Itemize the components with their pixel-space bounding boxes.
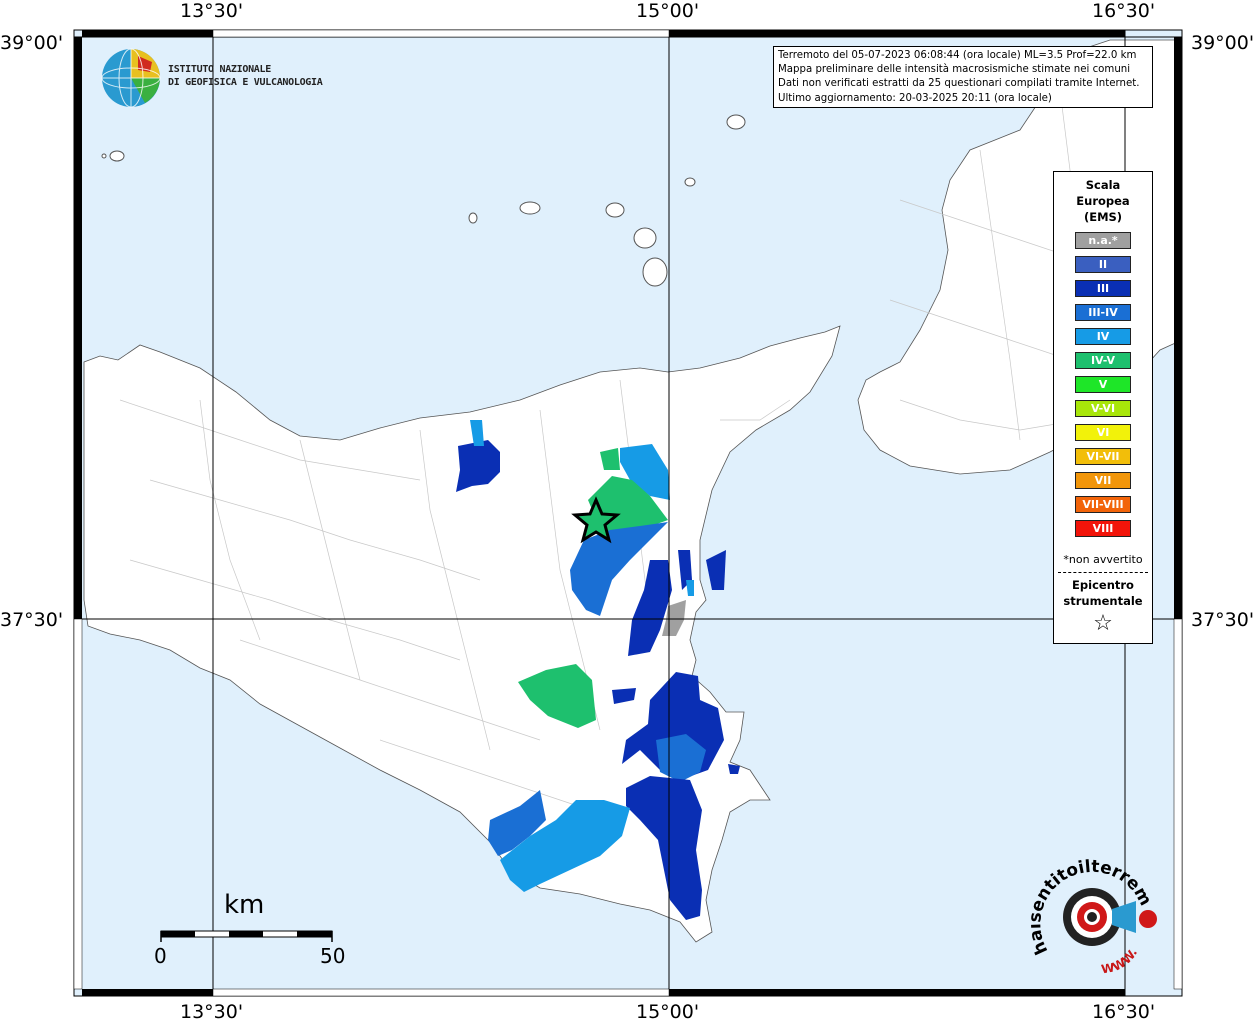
legend-swatch: IV-V — [1075, 352, 1131, 369]
info-line-1: Terremoto del 05-07-2023 06:08:44 (ora l… — [778, 50, 1137, 61]
legend-swatch: n.a.* — [1075, 232, 1131, 249]
legend-note: *non avvertito — [1063, 553, 1143, 566]
ingv-logo-icon — [101, 48, 161, 108]
legend-epicenter-line1: Epicentro — [1072, 578, 1134, 592]
info-line-2: Mappa preliminare delle intensità macros… — [778, 64, 1131, 76]
coord-bottom-1630: 16°30' — [1092, 1001, 1156, 1023]
legend-swatch: III — [1075, 280, 1131, 297]
legend-swatch: III-IV — [1075, 304, 1131, 321]
legend-swatch: VI — [1075, 424, 1131, 441]
info-line-3: Dati non verificati estratti da 25 quest… — [778, 78, 1140, 90]
legend-swatch: IV — [1075, 328, 1131, 345]
legend-swatch: VIII — [1075, 520, 1131, 537]
coord-bottom-1330: 13°30' — [180, 1001, 244, 1023]
legend-swatch: VI-VII — [1075, 448, 1131, 465]
coord-left-3730: 37°30' — [0, 609, 64, 631]
ingv-logo-line1: ISTITUTO NAZIONALE — [168, 64, 271, 75]
legend-title: Scala Europea (EMS) — [1054, 177, 1152, 225]
legend-swatch: II — [1075, 256, 1131, 273]
haisentito-logo-icon: haisentitoilterremoto.it WWW. — [1030, 855, 1157, 977]
coord-top-1630: 16°30' — [1092, 0, 1156, 22]
ingv-logo-line2: DI GEOFISICA E VULCANOLOGIA — [168, 77, 323, 88]
legend-separator — [1058, 572, 1148, 573]
legend-title-line3: (EMS) — [1083, 210, 1123, 224]
coord-right-3730: 37°30' — [1191, 609, 1255, 631]
coord-left-3900: 39°00' — [0, 32, 64, 54]
legend-items: n.a.* II III III-IV IV IV-V V V-VI VI VI-VII VII VI… — [1054, 232, 1152, 537]
legend-epicenter-label: Epicentro strumentale — [1054, 577, 1152, 609]
coord-bottom-1500: 15°00' — [636, 1001, 700, 1023]
legend-star-icon: ☆ — [1093, 611, 1113, 636]
coord-right-3900: 39°00' — [1191, 32, 1255, 54]
legend-title-line2: Europea — [1076, 194, 1130, 208]
scale-end-label: 50 — [320, 944, 346, 968]
info-line-4: Ultimo aggiornamento: 20-03-2025 20:11 (… — [778, 92, 1052, 104]
ems-legend: Scala Europea (EMS) n.a.* II III III-IV IV IV… — [1053, 171, 1153, 644]
ingv-logo-text: ISTITUTO NAZIONALE DI GEOFISICA E VULCAN… — [168, 63, 323, 89]
svg-text:WWW.: WWW. — [1100, 946, 1140, 976]
event-info-box: Terremoto del 05-07-2023 06:08:44 (ora l… — [773, 46, 1153, 108]
legend-swatch: VII — [1075, 472, 1131, 489]
legend-epicenter-line2: strumentale — [1063, 594, 1143, 608]
legend-swatch: VII-VIII — [1075, 496, 1131, 513]
haisentito-www-text: WWW. — [1100, 946, 1140, 976]
scale-unit-label: km — [224, 890, 265, 920]
legend-swatch: V-VI — [1075, 400, 1131, 417]
legend-title-line1: Scala — [1085, 178, 1121, 192]
scale-start-label: 0 — [154, 944, 167, 968]
coord-top-1500: 15°00' — [636, 0, 700, 22]
coord-top-1330: 13°30' — [180, 0, 244, 22]
legend-swatch: V — [1075, 376, 1131, 393]
